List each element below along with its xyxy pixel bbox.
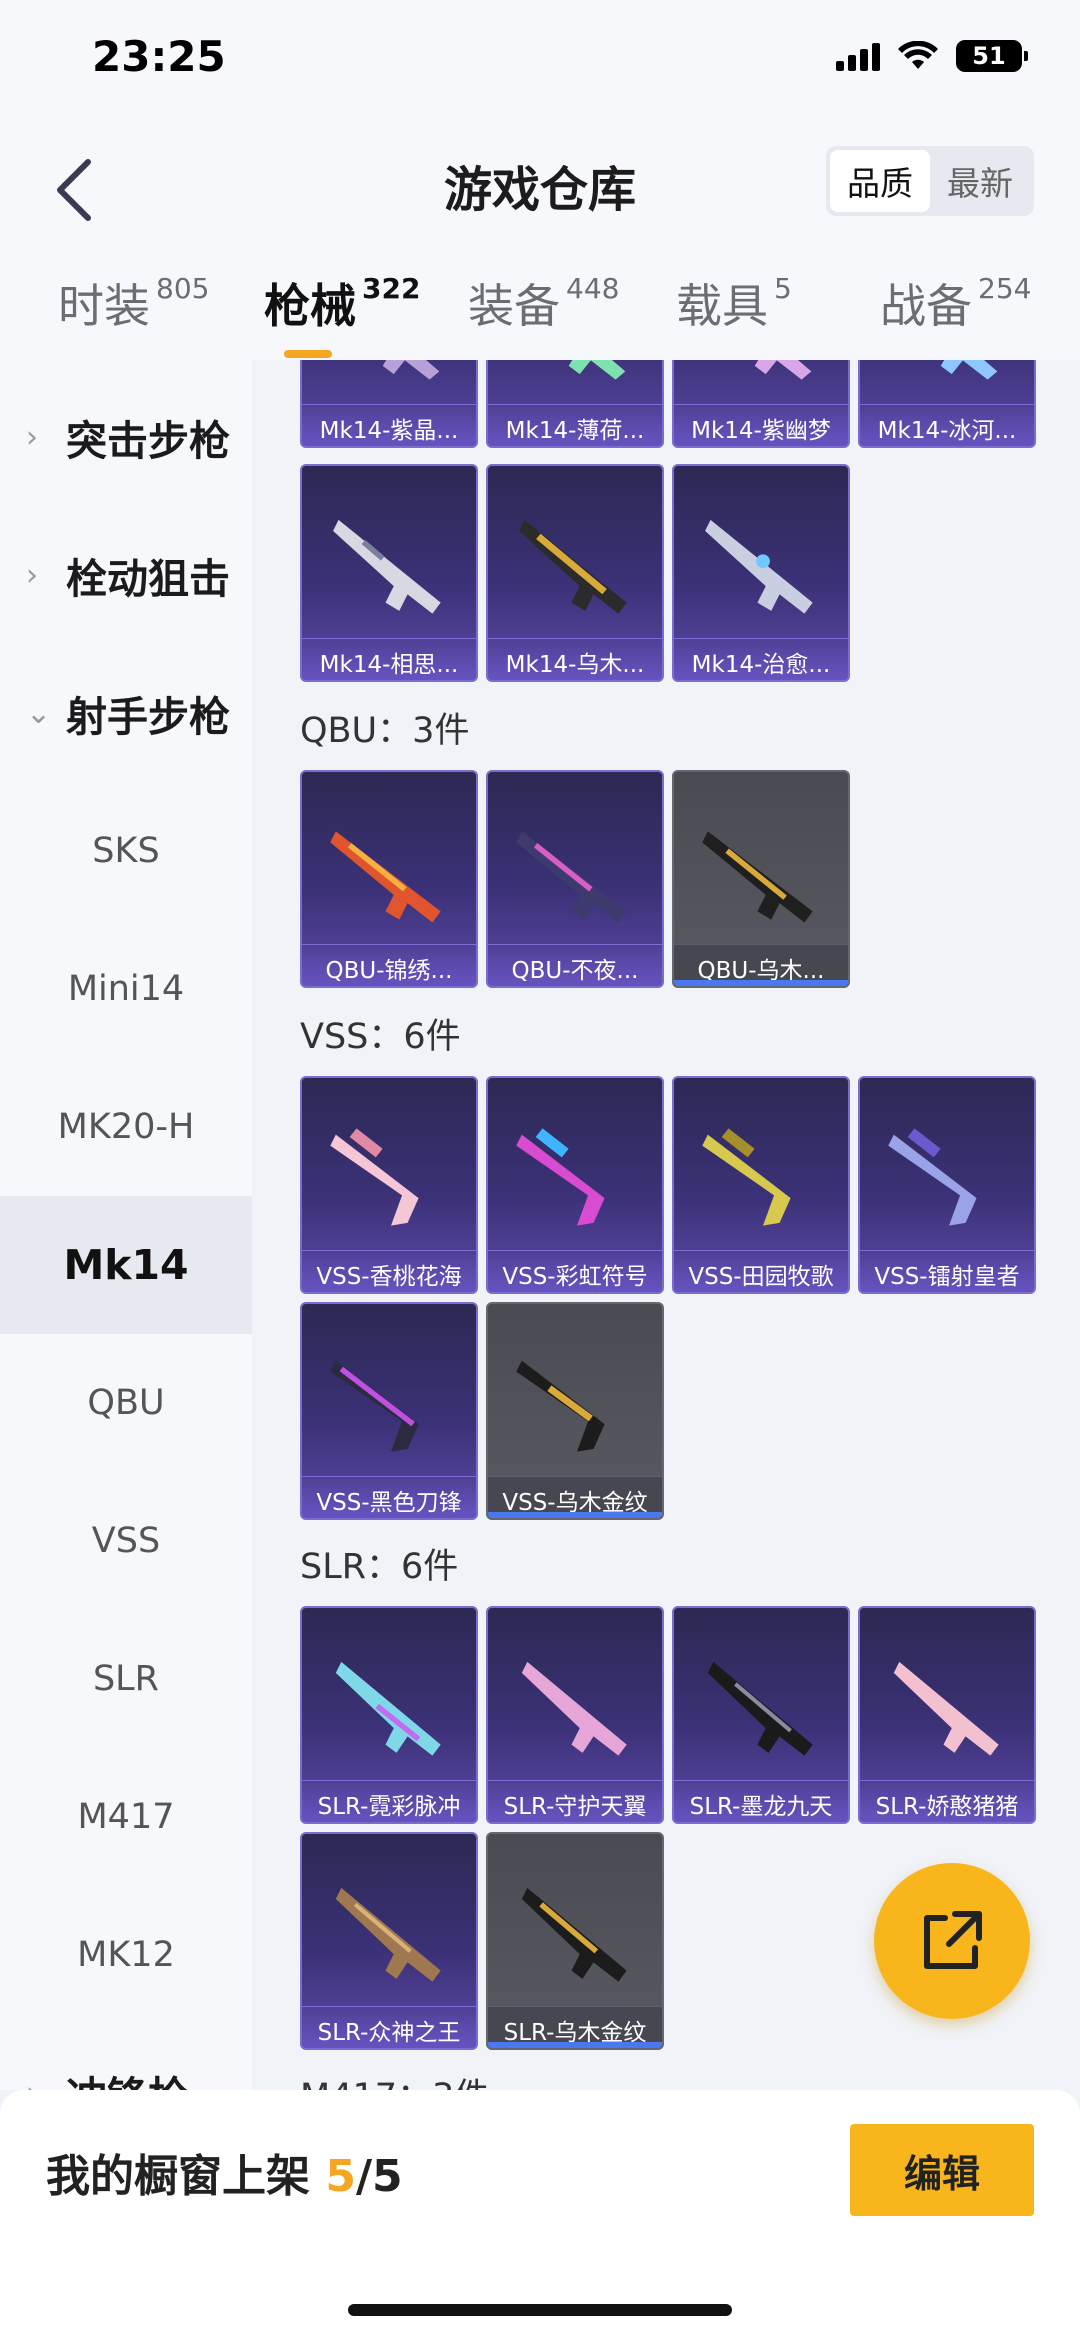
section-title-qbu: QBU：3件 bbox=[300, 711, 470, 751]
weapon-type-sidebar: › 突击步枪 › 栓动狙击 ⌄ 射手步枪 SKS Mini14 MK20-H Mk14… bbox=[0, 360, 252, 2090]
sidebar-item-qbu[interactable]: QBU bbox=[0, 1334, 252, 1472]
showcase-bar: 我的橱窗上架 5/5 编辑 bbox=[0, 2090, 1080, 2339]
clock: 23:25 bbox=[92, 32, 226, 81]
weapon-card[interactable]: VSS-乌木金纹 bbox=[486, 1302, 664, 1520]
status-icons: 51 bbox=[836, 40, 1028, 72]
rifle-icon bbox=[702, 1128, 791, 1226]
chevron-right-icon: › bbox=[26, 557, 38, 593]
weapon-card[interactable]: SLR-墨龙九天 bbox=[672, 1606, 850, 1824]
rarity-bar bbox=[488, 1512, 662, 1518]
showcase-status: 我的橱窗上架 5/5 bbox=[46, 2151, 403, 2202]
category-tabs: 时装 805 枪械 322 装备 448 载具 5 战备 254 bbox=[0, 270, 1080, 360]
rifle-icon bbox=[516, 831, 627, 923]
weapon-card[interactable]: Mk14-紫幽梦 bbox=[672, 360, 850, 448]
rifle-icon bbox=[335, 1661, 441, 1756]
chevron-right-icon: › bbox=[26, 2076, 56, 2091]
weapon-card[interactable]: Mk14-乌木... bbox=[486, 464, 664, 682]
rifle-icon bbox=[516, 1360, 605, 1452]
weapon-card[interactable]: SLR-娇憨猪猪 bbox=[858, 1606, 1036, 1824]
rifle-icon bbox=[888, 1128, 977, 1226]
sidebar-category-assault-rifle[interactable]: › 突击步枪 bbox=[0, 368, 252, 506]
sort-option-latest[interactable]: 最新 bbox=[930, 150, 1030, 212]
weapon-card[interactable]: Mk14-紫晶... bbox=[300, 360, 478, 448]
sidebar-category-dmr[interactable]: ⌄ 射手步枪 bbox=[0, 644, 252, 782]
wifi-icon bbox=[898, 41, 938, 69]
section-title-vss: VSS：6件 bbox=[300, 1017, 461, 1057]
active-tab-indicator bbox=[284, 350, 332, 358]
sort-toggle: 品质 最新 bbox=[826, 146, 1034, 216]
tab-equipment[interactable]: 装备 448 bbox=[468, 270, 619, 336]
sidebar-item-vss[interactable]: VSS bbox=[0, 1472, 252, 1610]
rifle-icon bbox=[893, 1661, 999, 1756]
edit-button[interactable]: 编辑 bbox=[850, 2124, 1034, 2216]
weapon-grid: Mk14-紫晶... Mk14-薄荷... Mk14-紫幽梦 Mk14-冰河..… bbox=[252, 360, 1080, 2090]
share-icon bbox=[924, 1911, 982, 1969]
tab-supplies[interactable]: 战备 254 bbox=[880, 270, 1031, 336]
rifle-icon bbox=[707, 1661, 813, 1756]
weapon-card[interactable]: SLR-霓彩脉冲 bbox=[300, 1606, 478, 1824]
rifle-icon bbox=[335, 1887, 441, 1982]
weapon-card[interactable]: SLR-守护天翼 bbox=[486, 1606, 664, 1824]
rifle-icon bbox=[521, 1661, 627, 1756]
weapon-card[interactable]: QBU-不夜... bbox=[486, 770, 664, 988]
weapon-card[interactable]: Mk14-治愈... bbox=[672, 464, 850, 682]
rifle-icon bbox=[333, 519, 441, 614]
sidebar-item-mini14[interactable]: Mini14 bbox=[0, 920, 252, 1058]
sidebar-item-mk12[interactable]: MK12 bbox=[0, 1886, 252, 2024]
rifle-icon bbox=[382, 360, 440, 380]
sidebar-category-bolt-action[interactable]: › 栓动狙击 bbox=[0, 506, 252, 644]
weapon-card[interactable]: VSS-镭射皇者 bbox=[858, 1076, 1036, 1294]
rifle-icon bbox=[754, 360, 812, 380]
chevron-right-icon: › bbox=[26, 419, 38, 455]
rifle-icon bbox=[330, 831, 441, 923]
rifle-icon bbox=[330, 1128, 419, 1226]
rifle-icon bbox=[516, 1128, 605, 1226]
sidebar-item-sks[interactable]: SKS bbox=[0, 782, 252, 920]
sort-option-quality[interactable]: 品质 bbox=[830, 150, 930, 212]
header: 游戏仓库 品质 最新 时装 805 枪械 322 装备 448 载具 5 战备 254 bbox=[0, 120, 1080, 360]
weapon-card[interactable]: Mk14-相思... bbox=[300, 464, 478, 682]
rifle-icon bbox=[330, 1360, 419, 1452]
cellular-signal-icon bbox=[836, 41, 880, 71]
share-button[interactable] bbox=[874, 1863, 1030, 2019]
weapon-card[interactable]: QBU-锦绣... bbox=[300, 770, 478, 988]
rifle-icon bbox=[702, 831, 813, 923]
sidebar-item-mk14[interactable]: Mk14 bbox=[0, 1196, 252, 1334]
section-title-m417: M417：3件 bbox=[300, 2068, 489, 2090]
rifle-icon bbox=[521, 1887, 627, 1982]
weapon-card[interactable]: Mk14-冰河... bbox=[858, 360, 1036, 448]
weapon-card[interactable]: SLR-乌木金纹 bbox=[486, 1832, 664, 2050]
sidebar-category-smg[interactable]: ›冲锋枪 bbox=[0, 2024, 252, 2090]
weapon-card[interactable]: Mk14-薄荷... bbox=[486, 360, 664, 448]
home-indicator bbox=[348, 2304, 732, 2316]
rifle-icon bbox=[519, 519, 627, 614]
rifle-icon bbox=[940, 360, 998, 380]
rarity-bar bbox=[488, 2042, 662, 2048]
tab-vehicles[interactable]: 载具 5 bbox=[676, 270, 792, 336]
showcase-total-count: /5 bbox=[355, 2151, 403, 2202]
sidebar-item-slr[interactable]: SLR bbox=[0, 1610, 252, 1748]
weapon-card[interactable]: VSS-田园牧歌 bbox=[672, 1076, 850, 1294]
status-bar: 23:25 51 bbox=[0, 0, 1080, 120]
rifle-icon bbox=[705, 519, 813, 614]
tab-fashion[interactable]: 时装 805 bbox=[58, 270, 209, 336]
weapon-card[interactable]: SLR-众神之王 bbox=[300, 1832, 478, 2050]
battery-icon: 51 bbox=[956, 40, 1028, 72]
showcase-current-count: 5 bbox=[325, 2151, 356, 2202]
sidebar-item-m417[interactable]: M417 bbox=[0, 1748, 252, 1886]
weapon-card[interactable]: QBU-乌木... bbox=[672, 770, 850, 988]
tab-firearms[interactable]: 枪械 322 bbox=[264, 270, 420, 336]
weapon-card[interactable]: VSS-黑色刀锋 bbox=[300, 1302, 478, 1520]
sidebar-item-mk20h[interactable]: MK20-H bbox=[0, 1058, 252, 1196]
weapon-card[interactable]: VSS-香桃花海 bbox=[300, 1076, 478, 1294]
chevron-down-icon: ⌄ bbox=[26, 695, 52, 731]
weapon-card[interactable]: VSS-彩虹符号 bbox=[486, 1076, 664, 1294]
rarity-bar bbox=[674, 980, 848, 986]
rifle-icon bbox=[568, 360, 626, 380]
section-title-slr: SLR：6件 bbox=[300, 1547, 459, 1587]
